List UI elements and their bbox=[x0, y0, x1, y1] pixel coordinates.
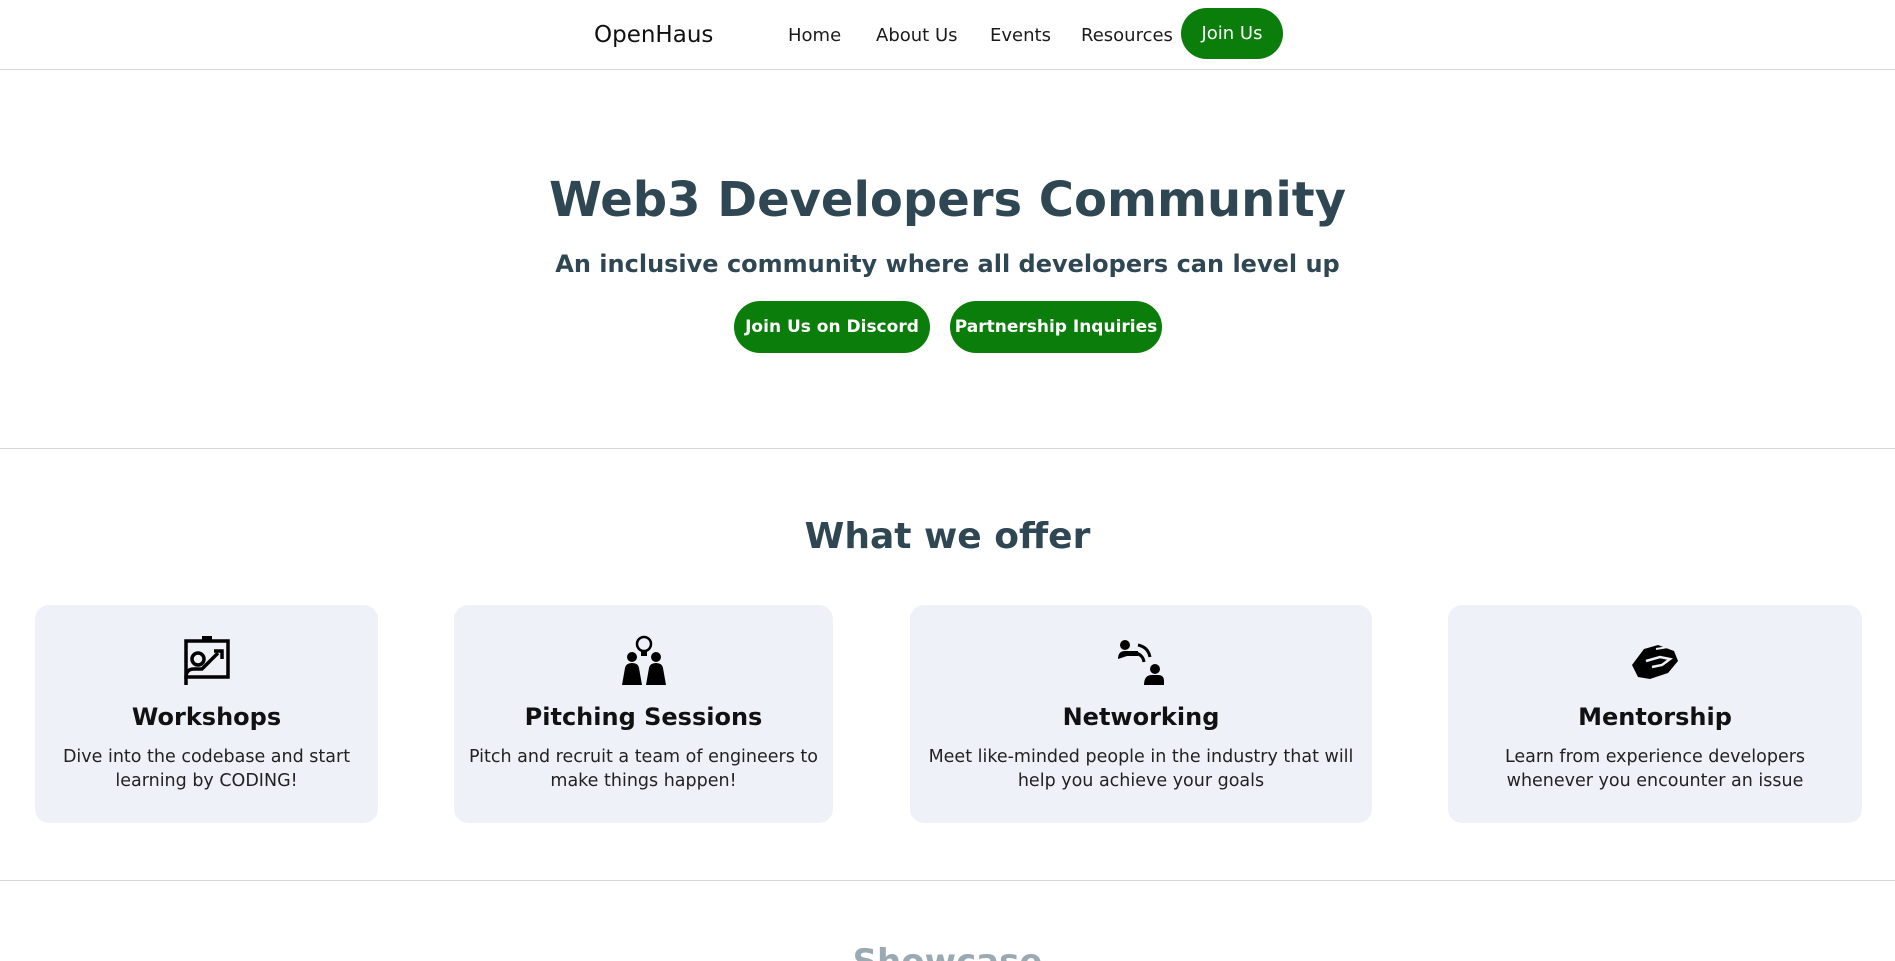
card-description: Dive into the codebase and start learnin… bbox=[47, 745, 366, 793]
nav-link-resources[interactable]: Resources bbox=[1081, 25, 1173, 46]
card-description-line: Learn from experience developers bbox=[1504, 747, 1806, 767]
hero-section: Web3 Developers Community An inclusive c… bbox=[0, 70, 1895, 449]
card-description-line: make things happen! bbox=[550, 771, 737, 791]
nav-link-home[interactable]: Home bbox=[788, 25, 841, 46]
card-description-line: Dive into the codebase and start bbox=[62, 747, 351, 767]
presentation-icon bbox=[183, 636, 230, 685]
offer-card-workshops: Workshops Dive into the codebase and sta… bbox=[35, 605, 378, 823]
nav-link-about-us[interactable]: About Us bbox=[876, 25, 958, 46]
offer-card-networking: Networking Meet like-minded people in th… bbox=[910, 605, 1372, 823]
offer-section-title: What we offer bbox=[804, 516, 1091, 557]
card-title: Networking bbox=[1062, 703, 1220, 731]
hero-subtitle: An inclusive community where all develop… bbox=[555, 250, 1340, 278]
showcase-section-title: Showcase bbox=[0, 942, 1895, 961]
networking-icon bbox=[1118, 640, 1164, 685]
pitching-icon bbox=[621, 635, 666, 685]
section-divider bbox=[0, 880, 1895, 881]
offer-card-mentorship: Mentorship Learn from experience develop… bbox=[1448, 605, 1862, 823]
nav-link-events[interactable]: Events bbox=[990, 25, 1051, 46]
nav-join-us-button[interactable]: Join Us bbox=[1181, 8, 1283, 59]
card-description-line: Pitch and recruit a team of engineers to bbox=[468, 747, 818, 767]
card-description-line: help you achieve your goals bbox=[1017, 771, 1265, 791]
offer-card-pitching-sessions: Pitching Sessions Pitch and recruit a te… bbox=[454, 605, 833, 823]
card-description-line: learning by CODING! bbox=[115, 771, 298, 791]
card-description-line: Meet like-minded people in the industry … bbox=[928, 747, 1354, 767]
card-description: Learn from experience developers wheneve… bbox=[1460, 745, 1850, 793]
card-title: Pitching Sessions bbox=[524, 703, 763, 731]
top-navbar: OpenHaus Home About Us Events Resources … bbox=[0, 0, 1895, 70]
card-title: Workshops bbox=[131, 703, 282, 731]
card-title: Mentorship bbox=[1578, 703, 1732, 731]
partnership-inquiries-button[interactable]: Partnership Inquiries bbox=[950, 301, 1162, 353]
join-discord-button[interactable]: Join Us on Discord bbox=[734, 301, 930, 353]
card-description: Pitch and recruit a team of engineers to… bbox=[466, 745, 821, 793]
card-description-line: whenever you encounter an issue bbox=[1506, 771, 1804, 791]
card-description: Meet like-minded people in the industry … bbox=[922, 745, 1360, 793]
brand-logo-text[interactable]: OpenHaus bbox=[594, 22, 713, 48]
hero-title: Web3 Developers Community bbox=[548, 172, 1347, 228]
handshake-icon bbox=[1632, 645, 1678, 679]
